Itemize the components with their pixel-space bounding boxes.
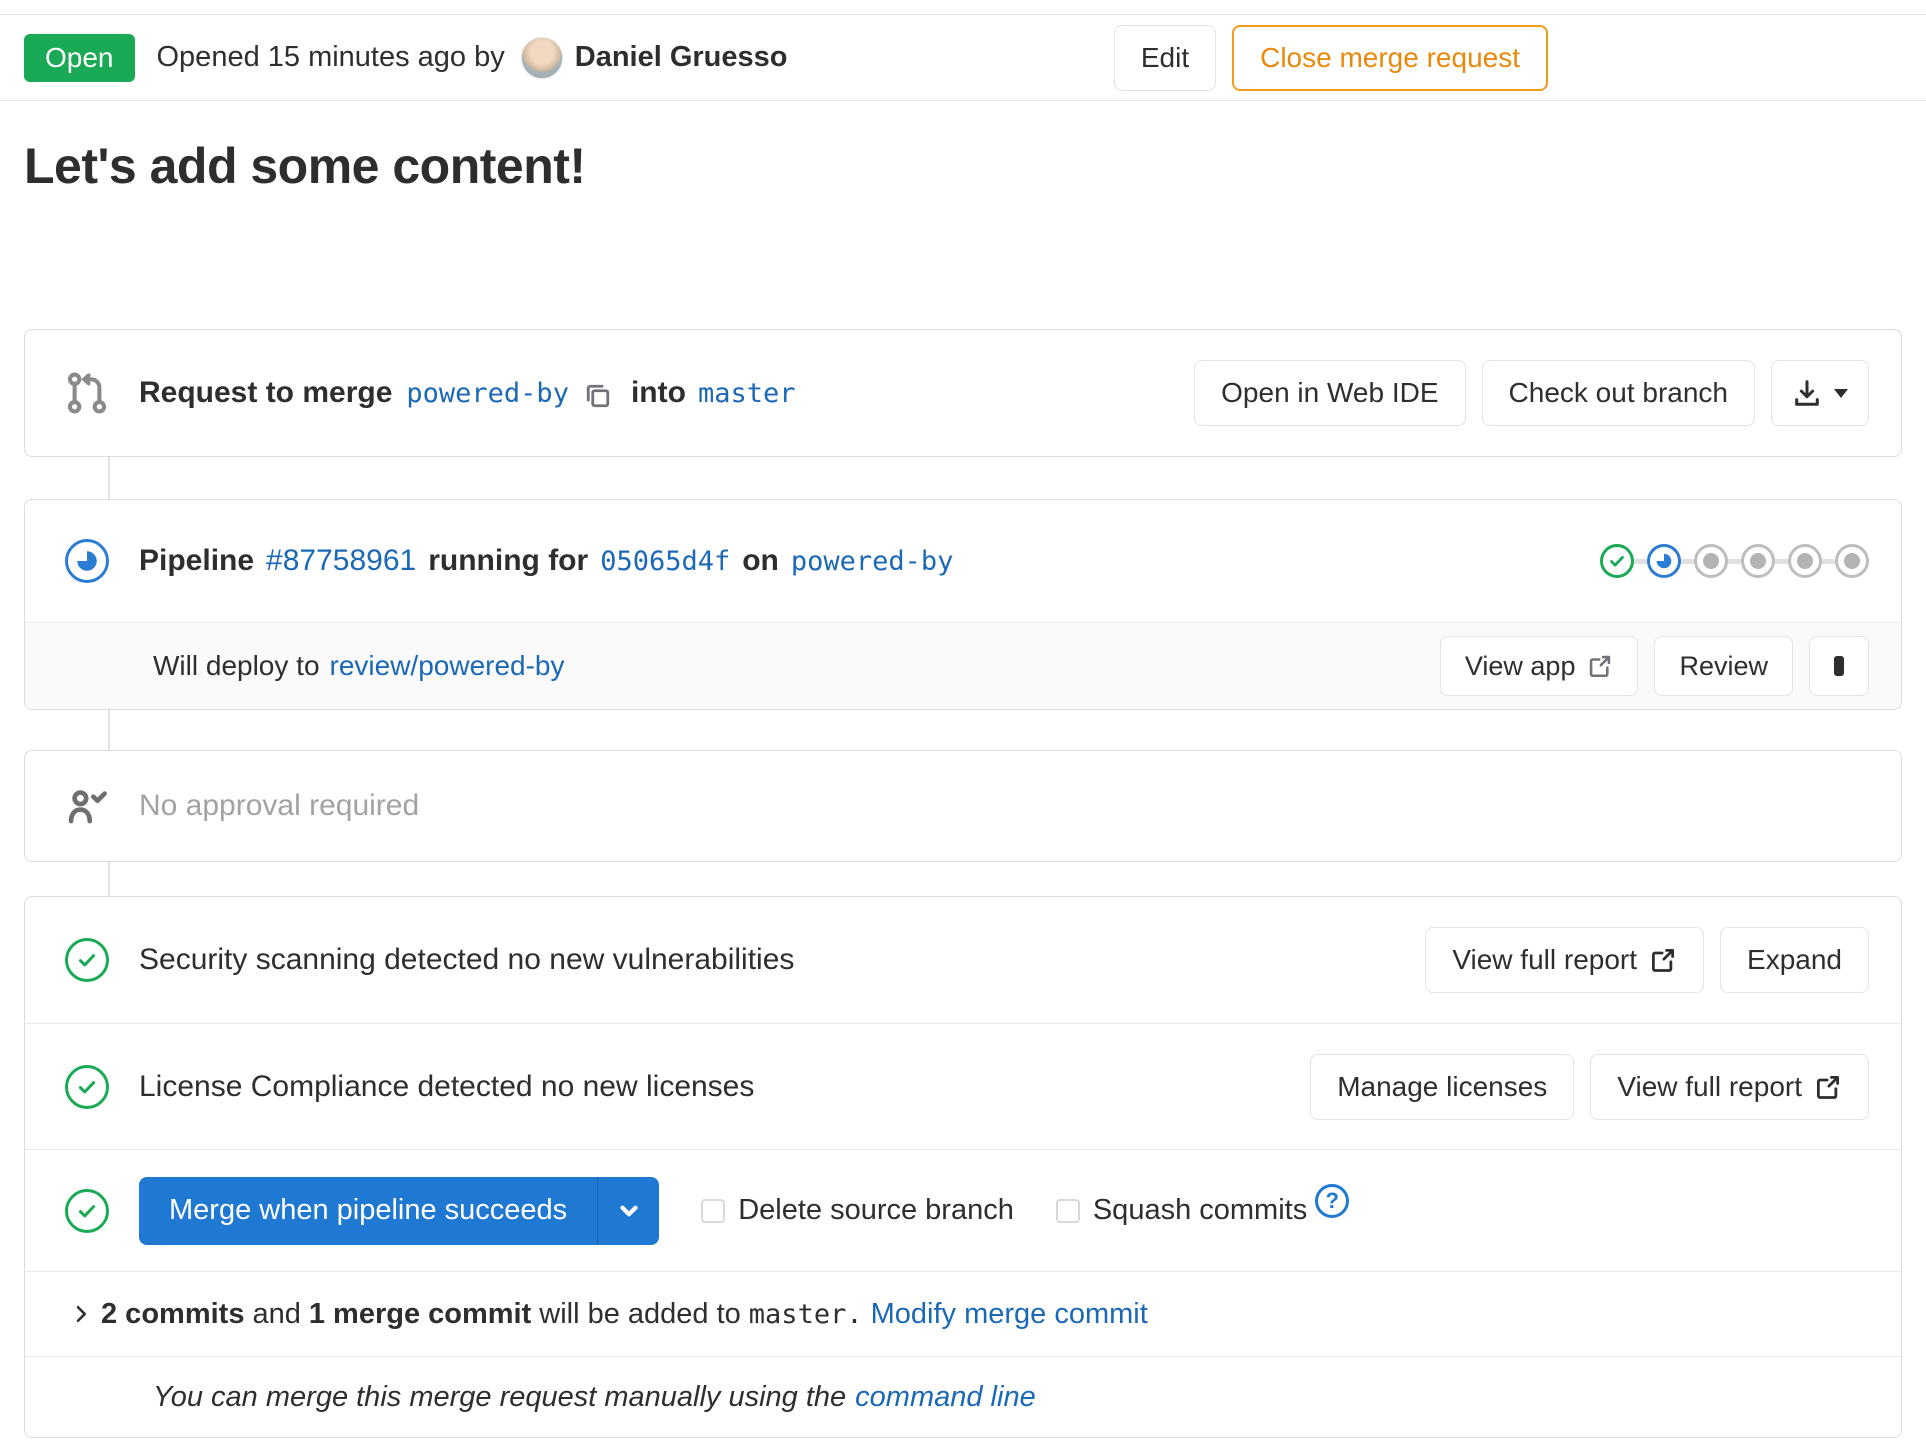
request-to-merge-label: Request to merge	[139, 376, 393, 409]
check-circle-icon	[65, 1188, 109, 1233]
merge-commit-count: 1 merge commit	[308, 1297, 532, 1330]
request-to-merge-box: Request to merge powered-by into master …	[24, 329, 1902, 457]
pipeline-stage-created-icon[interactable]	[1741, 544, 1775, 578]
license-view-full-report-button[interactable]: View full report	[1590, 1053, 1869, 1120]
chevron-right-icon[interactable]	[69, 1302, 93, 1326]
pipeline-label: Pipeline	[139, 544, 255, 577]
copy-branch-icon[interactable]	[583, 381, 613, 411]
check-circle-icon	[65, 938, 109, 982]
external-link-icon	[1587, 653, 1613, 679]
squash-commits-checkbox[interactable]	[1055, 1198, 1080, 1223]
stage-connector	[1681, 558, 1694, 564]
stage-connector	[1634, 558, 1647, 564]
will-deploy-label: Will deploy to	[153, 650, 320, 681]
manual-merge-text: You can merge this merge request manuall…	[153, 1380, 847, 1413]
open-web-ide-button[interactable]: Open in Web IDE	[1194, 360, 1466, 426]
security-report-text: Security scanning detected no new vulner…	[139, 943, 795, 976]
pipeline-id-link[interactable]: #87758961	[266, 544, 416, 578]
commits-target-branch: master.	[748, 1298, 863, 1330]
command-line-link[interactable]: command line	[855, 1381, 1036, 1414]
merge-controls-row: Merge when pipeline succeeds Delete sour…	[25, 1149, 1901, 1271]
commit-count: 2 commits	[101, 1297, 245, 1330]
squash-commits-label[interactable]: Squash commits	[1093, 1194, 1307, 1227]
caret-down-icon	[1834, 388, 1848, 398]
commits-summary-row: 2 commits and 1 merge commit will be add…	[25, 1271, 1901, 1356]
license-report-row: License Compliance detected no new licen…	[25, 1023, 1901, 1149]
pipeline-stage-running-icon[interactable]	[1647, 544, 1681, 578]
reports-and-merge-box: Security scanning detected no new vulner…	[24, 896, 1902, 1438]
merge-options-dropdown[interactable]	[597, 1176, 660, 1245]
help-question-icon[interactable]: ?	[1315, 1183, 1350, 1218]
security-report-row: Security scanning detected no new vulner…	[25, 897, 1901, 1023]
security-view-full-report-button[interactable]: View full report	[1425, 927, 1705, 993]
deploy-row: Will deploy to review/powered-by View ap…	[25, 622, 1901, 709]
chevron-down-icon	[620, 1205, 638, 1216]
into-label: into	[630, 376, 686, 409]
download-icon	[1792, 378, 1822, 408]
author-name[interactable]: Daniel Gruesso	[575, 41, 788, 74]
approval-box: No approval required	[24, 750, 1902, 862]
source-branch-link[interactable]: powered-by	[406, 378, 569, 409]
pipeline-stage-passed-icon[interactable]	[1600, 544, 1634, 578]
widget-connector	[108, 457, 110, 499]
stop-icon	[1834, 656, 1844, 676]
external-link-icon	[1649, 946, 1677, 974]
approval-text: No approval required	[139, 789, 420, 822]
target-branch-link[interactable]: master	[698, 378, 796, 409]
author-avatar[interactable]	[520, 36, 563, 79]
edit-button[interactable]: Edit	[1113, 24, 1217, 91]
stage-connector	[1728, 558, 1741, 564]
on-label: on	[742, 544, 779, 577]
pipeline-branch-link[interactable]: powered-by	[791, 546, 954, 577]
pipeline-stage-created-icon[interactable]	[1694, 544, 1728, 578]
widget-connector	[108, 862, 110, 896]
merge-request-widget: Request to merge powered-by into master …	[24, 329, 1902, 1438]
opened-text: Opened 15 minutes ago by	[156, 41, 505, 73]
modify-merge-commit-link[interactable]: Modify merge commit	[871, 1298, 1148, 1331]
manual-merge-row: You can merge this merge request manuall…	[25, 1356, 1901, 1437]
pipeline-mini-graph	[1600, 544, 1869, 578]
external-link-icon	[1814, 1073, 1842, 1101]
stop-environment-button[interactable]	[1809, 636, 1869, 696]
stage-connector	[1822, 558, 1835, 564]
merge-request-icon	[65, 371, 109, 415]
mr-state-header: Open Opened 15 minutes ago by Daniel Gru…	[0, 15, 1926, 101]
close-merge-request-button[interactable]: Close merge request	[1232, 24, 1548, 91]
security-expand-button[interactable]: Expand	[1720, 927, 1869, 993]
stage-connector	[1775, 558, 1788, 564]
commit-sha-link[interactable]: 05065d4f	[600, 546, 730, 577]
pipeline-stage-created-icon[interactable]	[1835, 544, 1869, 578]
pipeline-running-icon[interactable]	[65, 539, 109, 583]
check-circle-icon	[65, 1064, 109, 1109]
manage-licenses-button[interactable]: Manage licenses	[1310, 1053, 1575, 1120]
pipeline-stage-created-icon[interactable]	[1788, 544, 1822, 578]
merge-when-pipeline-succeeds-button[interactable]: Merge when pipeline succeeds	[139, 1176, 598, 1245]
running-for-label: running for	[428, 544, 589, 577]
view-app-button[interactable]: View app	[1439, 636, 1639, 696]
delete-source-branch-checkbox[interactable]	[701, 1198, 726, 1223]
review-button[interactable]: Review	[1654, 636, 1793, 696]
license-report-text: License Compliance detected no new licen…	[139, 1069, 755, 1103]
approval-person-check-icon	[65, 784, 109, 828]
pipeline-box: Pipeline #87758961 running for 05065d4f …	[24, 499, 1902, 710]
download-dropdown-button[interactable]	[1771, 360, 1869, 426]
environment-link[interactable]: review/powered-by	[330, 650, 565, 682]
status-badge: Open	[24, 33, 135, 82]
delete-source-branch-label[interactable]: Delete source branch	[738, 1194, 1014, 1227]
check-out-branch-button[interactable]: Check out branch	[1481, 360, 1755, 426]
page-title: Let's add some content!	[24, 138, 586, 194]
widget-connector	[108, 710, 110, 750]
